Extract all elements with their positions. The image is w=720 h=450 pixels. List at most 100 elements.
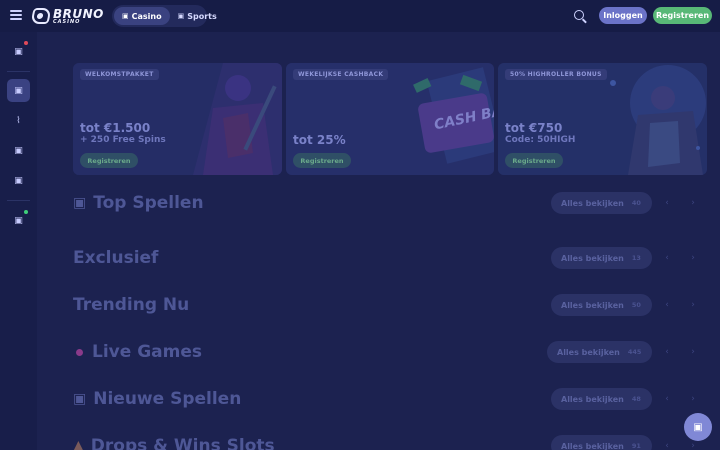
scroll-left-button[interactable]: ‹ xyxy=(661,252,673,264)
scroll-right-button[interactable]: › xyxy=(687,197,699,209)
scroll-right-button[interactable]: › xyxy=(687,299,699,311)
see-all-count: 40 xyxy=(631,199,641,207)
sidebar-item-tables[interactable]: ▣ xyxy=(7,169,30,192)
banner-subline: + 250 Free Spins xyxy=(80,135,166,145)
chat-icon: ▣ xyxy=(693,421,703,433)
casino-icon: ▣ xyxy=(122,12,129,20)
sidebar-divider xyxy=(7,71,30,72)
banner-register-button[interactable]: Registreren xyxy=(293,153,351,168)
see-all-count: 48 xyxy=(631,395,641,403)
see-all-button[interactable]: Alles bekijken 48 xyxy=(551,388,652,410)
banner-tag: WEKELIJKSE CASHBACK xyxy=(293,69,389,80)
live-indicator-icon xyxy=(76,348,83,356)
top-bar: BRUNO CASINO ▣ Casino ▣ Sports Inloggen … xyxy=(0,0,720,32)
section-title: Trending Nu xyxy=(73,293,189,317)
section-title-text: Live Games xyxy=(92,342,202,362)
sidebar-item-live[interactable]: ⌇ xyxy=(7,109,30,132)
sidebar: ▣ ▣ ⌇ ▣ ▣ ▣ xyxy=(0,32,37,450)
see-all-button[interactable]: Alles bekijken 445 xyxy=(547,341,652,363)
section-title-text: Exclusief xyxy=(73,248,159,268)
logo-name: BRUNO xyxy=(53,6,104,21)
banner-tag: WELKOMSTPAKKET xyxy=(80,69,159,80)
login-button[interactable]: Inloggen xyxy=(599,7,647,24)
search-icon[interactable] xyxy=(574,10,584,20)
section-title: ▣ Top Spellen xyxy=(73,191,204,215)
see-all-button[interactable]: Alles bekijken 50 xyxy=(551,294,652,316)
banner-cashback[interactable]: CASH BACK WEKELIJKSE CASHBACK tot 25% Re… xyxy=(286,63,494,175)
scroll-left-button[interactable]: ‹ xyxy=(661,393,673,405)
trophy-icon: ▣ xyxy=(73,195,87,211)
see-all-count: 91 xyxy=(631,442,641,450)
chat-button[interactable]: ▣ xyxy=(684,413,712,441)
section-title-text: Drops & Wins Slots xyxy=(90,436,275,450)
see-all-count: 50 xyxy=(631,301,641,309)
sidebar-item-games[interactable]: ▣ xyxy=(7,139,30,162)
scroll-right-button[interactable]: › xyxy=(687,346,699,358)
see-all-count: 13 xyxy=(631,254,641,262)
banner-subline: Code: 50HIGH xyxy=(505,135,576,145)
cards-icon: ▣ xyxy=(14,175,23,186)
see-all-button[interactable]: Alles bekijken 40 xyxy=(551,192,652,214)
see-all-label: Alles bekijken xyxy=(557,347,620,357)
gift-icon: ▣ xyxy=(14,46,23,57)
see-all-label: Alles bekijken xyxy=(561,253,624,263)
scroll-left-button[interactable]: ‹ xyxy=(661,440,673,450)
support-icon: ▣ xyxy=(14,215,23,226)
banner-highroller[interactable]: 50% HIGHROLLER BONUS tot €750 Code: 50HI… xyxy=(498,63,707,175)
promo-banners: WELKOMSTPAKKET tot €1.500 + 250 Free Spi… xyxy=(73,63,707,175)
sidebar-divider xyxy=(7,200,30,201)
section-exclusive: Exclusief Alles bekijken 13 ‹ › xyxy=(73,246,707,270)
section-title-text: Top Spellen xyxy=(93,193,204,213)
banner-tag: 50% HIGHROLLER BONUS xyxy=(505,69,607,80)
games-icon: ▣ xyxy=(14,145,23,156)
flame-icon: ▲ xyxy=(73,438,84,450)
scroll-right-button[interactable]: › xyxy=(687,440,699,450)
banner-register-button[interactable]: Registreren xyxy=(80,153,138,168)
tab-casino-label: Casino xyxy=(131,11,162,21)
menu-icon[interactable] xyxy=(10,10,22,20)
section-live-games: Live Games Alles bekijken 445 ‹ › xyxy=(73,340,707,364)
sidebar-item-casino[interactable]: ▣ xyxy=(7,79,30,102)
section-drops-wins: ▲ Drops & Wins Slots Alles bekijken 91 ‹… xyxy=(73,434,707,450)
see-all-label: Alles bekijken xyxy=(561,300,624,310)
section-top-games: ▣ Top Spellen Alles bekijken 40 ‹ › xyxy=(73,191,707,215)
section-trending: Trending Nu Alles bekijken 50 ‹ › xyxy=(73,293,707,317)
section-title-text: Nieuwe Spellen xyxy=(93,389,242,409)
scroll-right-button[interactable]: › xyxy=(687,252,699,264)
tab-casino[interactable]: ▣ Casino xyxy=(114,7,170,25)
see-all-button[interactable]: Alles bekijken 91 xyxy=(551,435,652,450)
see-all-label: Alles bekijken xyxy=(561,394,624,404)
logo-mark-icon xyxy=(30,8,52,24)
tab-sports[interactable]: ▣ Sports xyxy=(170,7,225,25)
banner-headline: tot €750 xyxy=(505,121,563,135)
mode-switch: ▣ Casino ▣ Sports xyxy=(112,5,217,27)
banner-headline: tot 25% xyxy=(293,133,346,147)
scroll-left-button[interactable]: ‹ xyxy=(661,299,673,311)
section-title: Live Games xyxy=(73,340,202,364)
register-button[interactable]: Registreren xyxy=(653,7,712,24)
see-all-label: Alles bekijken xyxy=(561,441,624,450)
section-new-games: ▣ Nieuwe Spellen Alles bekijken 48 ‹ › xyxy=(73,387,707,411)
tab-sports-label: Sports xyxy=(187,11,217,21)
see-all-button[interactable]: Alles bekijken 13 xyxy=(551,247,652,269)
sidebar-item-support[interactable]: ▣ xyxy=(7,209,30,232)
see-all-label: Alles bekijken xyxy=(561,198,624,208)
section-title: ▣ Nieuwe Spellen xyxy=(73,387,241,411)
banner-headline: tot €1.500 xyxy=(80,121,151,135)
scroll-right-button[interactable]: › xyxy=(687,393,699,405)
scroll-left-button[interactable]: ‹ xyxy=(661,197,673,209)
banner-welcome[interactable]: WELKOMSTPAKKET tot €1.500 + 250 Free Spi… xyxy=(73,63,282,175)
banner-register-button[interactable]: Registreren xyxy=(505,153,563,168)
notification-dot xyxy=(24,41,28,45)
logo[interactable]: BRUNO CASINO xyxy=(30,6,104,26)
see-all-count: 445 xyxy=(627,348,642,356)
section-title: ▲ Drops & Wins Slots xyxy=(73,434,275,450)
sports-icon: ▣ xyxy=(177,12,185,20)
section-title: Exclusief xyxy=(73,246,158,270)
online-dot xyxy=(24,210,28,214)
section-title-text: Trending Nu xyxy=(73,295,190,315)
logo-sub: CASINO xyxy=(53,18,81,25)
sidebar-item-promotions[interactable]: ▣ xyxy=(7,40,30,63)
new-icon: ▣ xyxy=(73,391,87,407)
scroll-left-button[interactable]: ‹ xyxy=(661,346,673,358)
